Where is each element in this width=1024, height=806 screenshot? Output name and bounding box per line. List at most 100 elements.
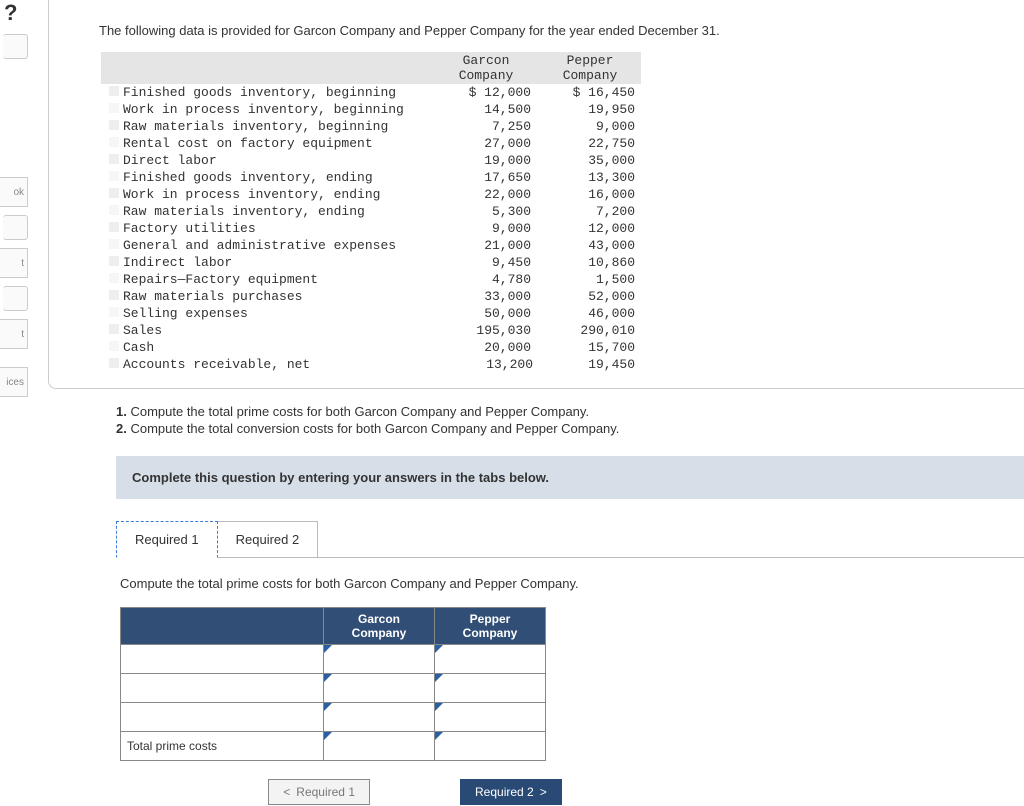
- table-row: Factory utilities9,00012,000: [101, 220, 641, 237]
- company-data-table: GarconCompany PepperCompany Finished goo…: [99, 52, 641, 373]
- row-garcon-value: 14,500: [435, 101, 539, 118]
- question-card: The following data is provided for Garco…: [48, 0, 1024, 389]
- sidebar-btn-t1[interactable]: t: [0, 248, 28, 278]
- chevron-right-icon: >: [540, 785, 547, 799]
- answer-row-3-label[interactable]: [121, 703, 324, 732]
- answer-row-3-garcon[interactable]: [324, 703, 435, 732]
- answer-total-garcon[interactable]: [324, 732, 435, 761]
- row-garcon-value: 33,000: [435, 288, 539, 305]
- sidebar-btn-2[interactable]: [3, 215, 28, 240]
- row-pepper-value: 1,500: [539, 271, 641, 288]
- row-garcon-value: 195,030: [435, 322, 539, 339]
- row-pepper-value: 16,000: [539, 186, 641, 203]
- row-label: Cash: [101, 339, 435, 356]
- row-pepper-value: 10,860: [539, 254, 641, 271]
- row-label: Finished goods inventory, ending: [101, 169, 435, 186]
- chevron-left-icon: <: [283, 785, 290, 799]
- row-pepper-value: 22,750: [539, 135, 641, 152]
- row-label: Direct labor: [101, 152, 435, 169]
- table-row: Raw materials inventory, beginning7,2509…: [101, 118, 641, 135]
- table-row: Direct labor19,00035,000: [101, 152, 641, 169]
- header-pepper: PepperCompany: [539, 52, 641, 84]
- row-pepper-value: 290,010: [539, 322, 641, 339]
- row-label: Work in process inventory, beginning: [101, 101, 435, 118]
- row-garcon-value: 5,300: [435, 203, 539, 220]
- tab-required-1[interactable]: Required 1: [116, 521, 218, 558]
- question-list: 1. Compute the total prime costs for bot…: [48, 404, 1024, 436]
- table-row: Finished goods inventory, ending17,65013…: [101, 169, 641, 186]
- row-pepper-value: 43,000: [539, 237, 641, 254]
- row-label: Raw materials inventory, beginning: [101, 118, 435, 135]
- next-button[interactable]: Required 2 >: [460, 779, 562, 805]
- answer-col-pepper: PepperCompany: [435, 608, 546, 645]
- row-garcon-value: 22,000: [435, 186, 539, 203]
- row-label: Indirect labor: [101, 254, 435, 271]
- row-garcon-value: 4,780: [435, 271, 539, 288]
- row-pepper-value: 13,300: [539, 169, 641, 186]
- row-pepper-value: 12,000: [539, 220, 641, 237]
- row-garcon-value: 9,000: [435, 220, 539, 237]
- tab-required-2[interactable]: Required 2: [217, 521, 319, 558]
- sidebar-btn-3[interactable]: [3, 286, 28, 311]
- sidebar-btn-ices[interactable]: ices: [0, 367, 28, 397]
- answer-total-pepper[interactable]: [435, 732, 546, 761]
- table-row: Sales195,030290,010: [101, 322, 641, 339]
- row-label: Finished goods inventory, beginning: [101, 84, 435, 101]
- row-garcon-value: 21,000: [435, 237, 539, 254]
- tab-content-required-1: Compute the total prime costs for both G…: [116, 558, 1024, 805]
- instruction-bar: Complete this question by entering your …: [116, 456, 1024, 499]
- answer-col-garcon: GarconCompany: [324, 608, 435, 645]
- table-row: Work in process inventory, ending22,0001…: [101, 186, 641, 203]
- left-sidebar: ? ok t t ices: [0, 0, 28, 805]
- row-label: Selling expenses: [101, 305, 435, 322]
- tab-strip: Required 1 Required 2: [116, 521, 1024, 558]
- table-row: Selling expenses50,00046,000: [101, 305, 641, 322]
- row-garcon-value: 20,000: [435, 339, 539, 356]
- row-label: Rental cost on factory equipment: [101, 135, 435, 152]
- question-2: 2. Compute the total conversion costs fo…: [116, 421, 1024, 436]
- row-garcon-value: 9,450: [435, 254, 539, 271]
- sidebar-btn-t2[interactable]: t: [0, 319, 28, 349]
- row-pepper-value: 15,700: [539, 339, 641, 356]
- answer-row-2-garcon[interactable]: [324, 674, 435, 703]
- row-pepper-value: $ 16,450: [539, 84, 641, 101]
- row-label: Raw materials inventory, ending: [101, 203, 435, 220]
- table-row: Rental cost on factory equipment27,00022…: [101, 135, 641, 152]
- row-garcon-value: 7,250: [435, 118, 539, 135]
- row-garcon-value: 13,200: [435, 356, 539, 373]
- answer-row-1-garcon[interactable]: [324, 645, 435, 674]
- table-row: Work in process inventory, beginning14,5…: [101, 101, 641, 118]
- question-1: 1. Compute the total prime costs for bot…: [116, 404, 1024, 419]
- table-row: Accounts receivable, net13,20019,450: [101, 356, 641, 373]
- tab1-prompt: Compute the total prime costs for both G…: [120, 576, 1020, 591]
- intro-text: The following data is provided for Garco…: [99, 23, 1009, 38]
- row-garcon-value: 19,000: [435, 152, 539, 169]
- table-row: Raw materials purchases33,00052,000: [101, 288, 641, 305]
- table-row: General and administrative expenses21,00…: [101, 237, 641, 254]
- table-row: Cash20,00015,700: [101, 339, 641, 356]
- row-label: Sales: [101, 322, 435, 339]
- row-label: Work in process inventory, ending: [101, 186, 435, 203]
- row-garcon-value: 27,000: [435, 135, 539, 152]
- table-row: Repairs—Factory equipment4,7801,500: [101, 271, 641, 288]
- answer-row-2-label[interactable]: [121, 674, 324, 703]
- prev-button[interactable]: < Required 1: [268, 779, 370, 805]
- answer-row-1-pepper[interactable]: [435, 645, 546, 674]
- table-row: Raw materials inventory, ending5,3007,20…: [101, 203, 641, 220]
- answer-row-1-label[interactable]: [121, 645, 324, 674]
- row-garcon-value: $ 12,000: [435, 84, 539, 101]
- row-label: Raw materials purchases: [101, 288, 435, 305]
- row-label: Accounts receivable, net: [101, 356, 435, 373]
- sidebar-btn-ok[interactable]: ok: [0, 177, 28, 207]
- table-row: Finished goods inventory, beginning$ 12,…: [101, 84, 641, 101]
- answer-total-label: Total prime costs: [121, 732, 324, 761]
- table-row: Indirect labor9,45010,860: [101, 254, 641, 271]
- answer-row-3-pepper[interactable]: [435, 703, 546, 732]
- row-pepper-value: 7,200: [539, 203, 641, 220]
- sidebar-btn-1[interactable]: [3, 34, 28, 59]
- header-garcon: GarconCompany: [435, 52, 539, 84]
- row-garcon-value: 17,650: [435, 169, 539, 186]
- row-pepper-value: 52,000: [539, 288, 641, 305]
- answer-row-2-pepper[interactable]: [435, 674, 546, 703]
- row-pepper-value: 35,000: [539, 152, 641, 169]
